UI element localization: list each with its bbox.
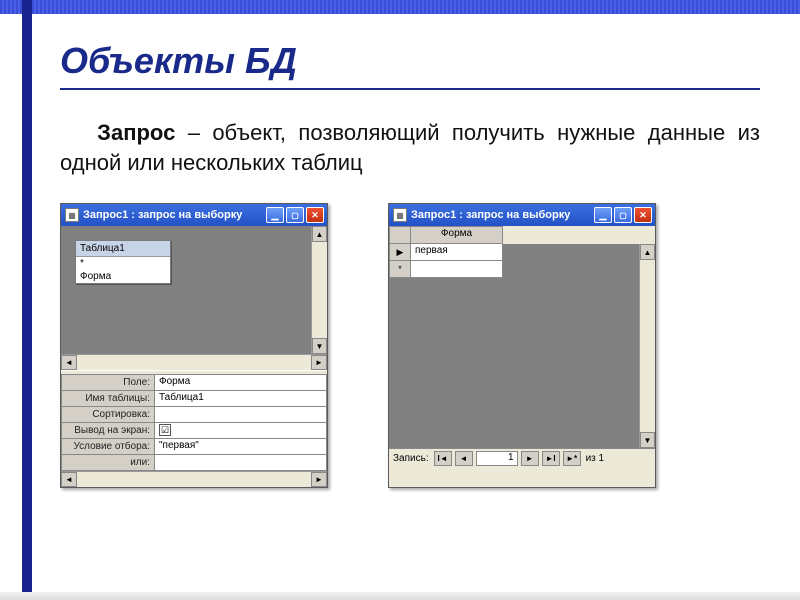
table-card[interactable]: Таблица1 * Форма — [75, 240, 171, 284]
design-grid-pane: Поле: Форма Имя таблицы: Таблица1 Сортир… — [61, 375, 327, 487]
scroll-down-icon[interactable]: ▼ — [312, 338, 327, 354]
table-card-caption: Таблица1 — [76, 241, 170, 257]
vertical-scrollbar[interactable]: ▲ ▼ — [311, 226, 327, 354]
cell-table[interactable]: Таблица1 — [155, 391, 327, 407]
slide-content: Объекты БД Запрос – объект, позволяющий … — [60, 40, 760, 488]
label-table: Имя таблицы: — [61, 391, 155, 407]
maximize-button[interactable] — [614, 207, 632, 223]
scroll-track[interactable] — [77, 472, 311, 487]
close-button[interactable] — [306, 207, 324, 223]
nav-label: Запись: — [393, 453, 429, 464]
cell-criteria[interactable]: "первая" — [155, 439, 327, 455]
window-icon: ▦ — [65, 208, 79, 222]
cell-show[interactable]: ☑ — [155, 423, 327, 439]
query-design-grid: Поле: Форма Имя таблицы: Таблица1 Сортир… — [61, 375, 327, 471]
titlebar[interactable]: ▦ Запрос1 : запрос на выборку — [61, 204, 327, 226]
cell-value[interactable] — [411, 261, 503, 278]
nav-first-button[interactable]: I◄ — [434, 451, 452, 466]
design-upper-pane: Таблица1 * Форма ▲ ▼ — [61, 226, 327, 354]
table-field[interactable]: Форма — [76, 270, 170, 283]
definition-term: Запрос — [97, 120, 175, 145]
cell-or[interactable] — [155, 455, 327, 471]
slide-top-accent — [0, 0, 800, 14]
show-checkbox[interactable]: ☑ — [159, 424, 171, 436]
window-title: Запрос1 : запрос на выборку — [411, 209, 592, 221]
datasheet-body: ▶ первая * ▲ ▼ — [389, 244, 655, 448]
minimize-button[interactable] — [594, 207, 612, 223]
cell-field[interactable]: Форма — [155, 375, 327, 391]
table-row[interactable]: * — [389, 261, 655, 278]
scroll-left-icon[interactable]: ◄ — [61, 355, 77, 370]
record-navigator: Запись: I◄ ◄ 1 ► ►I ►* из 1 — [389, 448, 655, 468]
definition-paragraph: Запрос – объект, позволяющий получить ну… — [60, 118, 760, 177]
window-query-design: ▦ Запрос1 : запрос на выборку Таблица1 *… — [60, 203, 328, 488]
scroll-up-icon[interactable]: ▲ — [640, 244, 655, 260]
horizontal-scrollbar[interactable]: ◄ ► — [61, 354, 327, 370]
maximize-button[interactable] — [286, 207, 304, 223]
cell-sort[interactable] — [155, 407, 327, 423]
nav-total: из 1 — [586, 453, 605, 464]
scroll-up-icon[interactable]: ▲ — [312, 226, 327, 242]
window-query-datasheet: ▦ Запрос1 : запрос на выборку Форма ▶ пе… — [388, 203, 656, 488]
scroll-right-icon[interactable]: ► — [311, 472, 327, 487]
screenshots-row: ▦ Запрос1 : запрос на выборку Таблица1 *… — [60, 203, 760, 488]
nav-next-button[interactable]: ► — [521, 451, 539, 466]
label-or: или: — [61, 455, 155, 471]
nav-last-button[interactable]: ►I — [542, 451, 560, 466]
slide-left-accent — [22, 0, 32, 600]
nav-new-button[interactable]: ►* — [563, 451, 581, 466]
scroll-track[interactable] — [77, 355, 311, 370]
nav-record-input[interactable]: 1 — [476, 451, 518, 466]
vertical-scrollbar[interactable]: ▲ ▼ — [639, 244, 655, 448]
label-criteria: Условие отбора: — [61, 439, 155, 455]
row-marker-new-icon[interactable]: * — [389, 261, 411, 278]
scroll-left-icon[interactable]: ◄ — [61, 472, 77, 487]
datasheet-header: Форма — [389, 226, 655, 244]
close-button[interactable] — [634, 207, 652, 223]
table-field[interactable]: * — [76, 257, 170, 270]
nav-prev-button[interactable]: ◄ — [455, 451, 473, 466]
titlebar[interactable]: ▦ Запрос1 : запрос на выборку — [389, 204, 655, 226]
window-title: Запрос1 : запрос на выборку — [83, 209, 264, 221]
column-header[interactable]: Форма — [411, 226, 503, 244]
slide-bottom-shadow — [0, 592, 800, 600]
horizontal-scrollbar[interactable]: ◄ ► — [61, 471, 327, 487]
cell-value[interactable]: первая — [411, 244, 503, 261]
row-marker-current-icon[interactable]: ▶ — [389, 244, 411, 261]
slide-title: Объекты БД — [60, 40, 760, 90]
label-field: Поле: — [61, 375, 155, 391]
scroll-right-icon[interactable]: ► — [311, 355, 327, 370]
minimize-button[interactable] — [266, 207, 284, 223]
row-selector-header[interactable] — [389, 226, 411, 244]
table-row[interactable]: ▶ первая — [389, 244, 655, 261]
label-sort: Сортировка: — [61, 407, 155, 423]
window-icon: ▦ — [393, 208, 407, 222]
label-show: Вывод на экран: — [61, 423, 155, 439]
scroll-down-icon[interactable]: ▼ — [640, 432, 655, 448]
